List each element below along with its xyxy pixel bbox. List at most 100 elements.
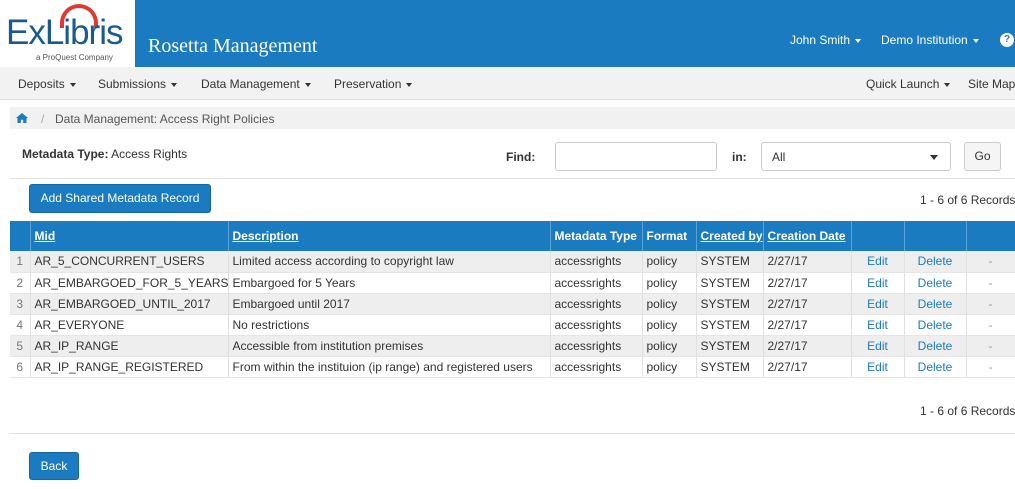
go-button[interactable]: Go	[964, 142, 1001, 171]
nav-deposits[interactable]: Deposits	[18, 77, 76, 91]
cell-creation-date: 2/27/17	[763, 272, 852, 294]
cell-metadata-type: accessrights	[550, 272, 643, 294]
column-header-index	[10, 221, 31, 251]
column-header-extra	[966, 221, 1015, 251]
app-title: Rosetta Management	[148, 35, 318, 57]
delete-link[interactable]: Delete	[904, 272, 967, 294]
divider	[10, 178, 1015, 179]
column-header-metadata-type: Metadata Type	[550, 221, 643, 251]
column-header-description[interactable]: Description	[228, 221, 551, 251]
cell-created-by: SYSTEM	[696, 314, 764, 336]
cell-format: policy	[642, 314, 697, 336]
edit-link[interactable]: Edit	[851, 314, 905, 336]
nav-site-map[interactable]: Site Map	[968, 77, 1015, 91]
cell-mid: AR_IP_RANGE_REGISTERED	[30, 356, 229, 378]
edit-link[interactable]: Edit	[851, 272, 905, 294]
logo-subtext: a ProQuest Company	[36, 53, 113, 62]
add-shared-metadata-record-button[interactable]: Add Shared Metadata Record	[29, 184, 211, 213]
delete-link[interactable]: Delete	[904, 356, 967, 378]
row-number: 3	[10, 293, 31, 315]
exlibris-logo[interactable]: ExLibris a ProQuest Company	[0, 0, 135, 67]
find-input[interactable]	[555, 142, 717, 171]
records-count-top: 1 - 6 of 6 Records	[920, 193, 1015, 207]
cell-metadata-type: accessrights	[550, 251, 643, 273]
institution-menu[interactable]: Demo Institution	[881, 33, 979, 47]
search-scope-value: All	[772, 150, 786, 164]
user-menu[interactable]: John Smith	[790, 33, 862, 47]
table-row: 4 AR_EVERYONE No restrictions accessrigh…	[10, 314, 1015, 336]
cell-creation-date: 2/27/17	[763, 314, 852, 336]
delete-link[interactable]: Delete	[904, 251, 967, 273]
table-row: 2 AR_EMBARGOED_FOR_5_YEARS Embargoed for…	[10, 272, 1015, 294]
cell-description: Embargoed until 2017	[228, 293, 551, 315]
cell-created-by: SYSTEM	[696, 251, 764, 273]
column-header-edit	[851, 221, 905, 251]
cell-mid: AR_IP_RANGE	[30, 335, 229, 357]
divider	[10, 433, 1015, 434]
cell-created-by: SYSTEM	[696, 272, 764, 294]
cell-metadata-type: accessrights	[550, 293, 643, 315]
cell-format: policy	[642, 251, 697, 273]
row-number: 1	[10, 251, 31, 273]
cell-description: Limited access according to copyright la…	[228, 251, 551, 273]
nav-data-management[interactable]: Data Management	[201, 77, 311, 91]
search-scope-select[interactable]: All	[761, 142, 951, 171]
cell-extra: -	[966, 356, 1015, 378]
column-header-creation-date[interactable]: Creation Date	[763, 221, 852, 251]
cell-metadata-type: accessrights	[550, 335, 643, 357]
table-row: 3 AR_EMBARGOED_UNTIL_2017 Embargoed unti…	[10, 293, 1015, 315]
edit-link[interactable]: Edit	[851, 293, 905, 315]
cell-description: No restrictions	[228, 314, 551, 336]
cell-extra: -	[966, 251, 1015, 273]
in-label: in:	[732, 150, 747, 164]
table-header-row: Mid Description Metadata Type Format Cre…	[10, 221, 1015, 251]
cell-mid: AR_5_CONCURRENT_USERS	[30, 251, 229, 273]
help-icon[interactable]: ?	[1000, 33, 1014, 47]
cell-creation-date: 2/27/17	[763, 356, 852, 378]
cell-metadata-type: accessrights	[550, 314, 643, 336]
cell-extra: -	[966, 335, 1015, 357]
delete-link[interactable]: Delete	[904, 335, 967, 357]
column-header-mid[interactable]: Mid	[30, 221, 229, 251]
cell-format: policy	[642, 335, 697, 357]
chevron-down-icon	[972, 38, 979, 43]
cell-creation-date: 2/27/17	[763, 335, 852, 357]
chevron-down-icon	[406, 82, 413, 87]
column-header-delete	[904, 221, 967, 251]
edit-link[interactable]: Edit	[851, 335, 905, 357]
cell-extra: -	[966, 293, 1015, 315]
edit-link[interactable]: Edit	[851, 356, 905, 378]
delete-link[interactable]: Delete	[904, 293, 967, 315]
cell-metadata-type: accessrights	[550, 356, 643, 378]
cell-description: Embargoed for 5 Years	[228, 272, 551, 294]
cell-description: Accessible from institution premises	[228, 335, 551, 357]
chevron-down-icon	[855, 38, 862, 43]
home-icon[interactable]	[16, 113, 28, 123]
cell-extra: -	[966, 314, 1015, 336]
edit-link[interactable]: Edit	[851, 251, 905, 273]
cell-extra: -	[966, 272, 1015, 294]
row-number: 2	[10, 272, 31, 294]
cell-description: From within the instituion (ip range) an…	[228, 356, 551, 378]
cell-created-by: SYSTEM	[696, 335, 764, 357]
nav-quick-launch[interactable]: Quick Launch	[866, 77, 951, 91]
find-label: Find:	[506, 150, 536, 164]
table-row: 6 AR_IP_RANGE_REGISTERED From within the…	[10, 356, 1015, 378]
app-header: ExLibris a ProQuest Company Rosetta Mana…	[0, 0, 1015, 67]
nav-preservation[interactable]: Preservation	[334, 77, 413, 91]
nav-submissions[interactable]: Submissions	[98, 77, 178, 91]
breadcrumb-current: Data Management: Access Right Policies	[55, 112, 275, 126]
delete-link[interactable]: Delete	[904, 314, 967, 336]
column-header-format: Format	[642, 221, 697, 251]
cell-created-by: SYSTEM	[696, 356, 764, 378]
cell-mid: AR_EMBARGOED_FOR_5_YEARS	[30, 272, 229, 294]
institution-name: Demo Institution	[881, 33, 968, 47]
column-header-created-by[interactable]: Created by	[696, 221, 764, 251]
chevron-down-icon	[930, 155, 938, 160]
back-button[interactable]: Back	[29, 452, 79, 480]
row-number: 6	[10, 356, 31, 378]
metadata-type-label: Metadata Type:	[22, 147, 109, 161]
cell-format: policy	[642, 293, 697, 315]
row-number: 5	[10, 335, 31, 357]
logo-text: ExLibris	[6, 13, 123, 52]
